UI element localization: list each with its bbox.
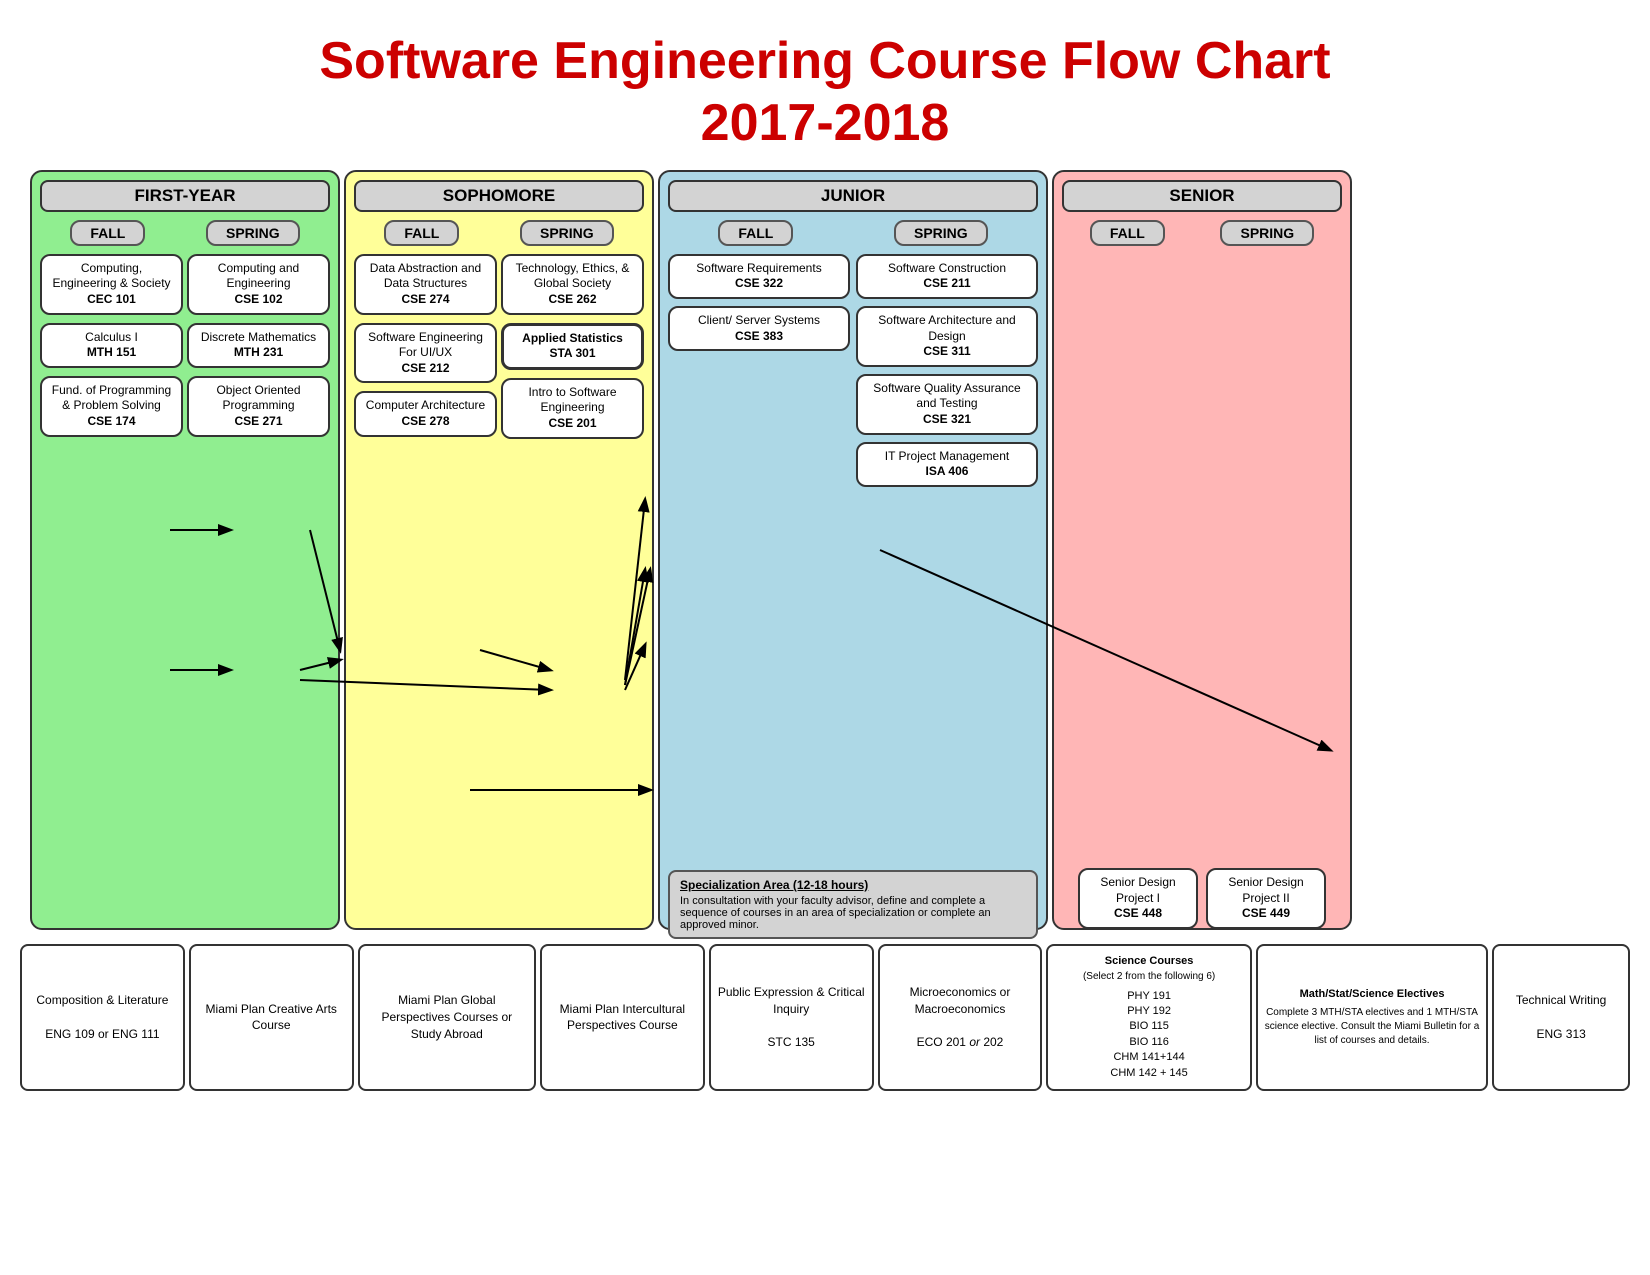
course-cse383: Client/ Server SystemsCSE 383 [668, 306, 850, 351]
first-year-spring-label: SPRING [206, 220, 300, 246]
senior-block: SENIOR FALL SPRING Senior Design Project… [1052, 170, 1352, 930]
bottom-creative-arts: Miami Plan Creative Arts Course [189, 944, 354, 1091]
bottom-public-expr: Public Expression & Critical Inquiry STC… [709, 944, 874, 1091]
course-cse262: Technology, Ethics, & Global SocietyCSE … [501, 254, 644, 315]
bottom-math-electives: Math/Stat/Science Electives Complete 3 M… [1256, 944, 1488, 1091]
bottom-global-title: Miami Plan Global Perspectives Courses o… [366, 992, 528, 1042]
bottom-intercultural: Miami Plan Intercultural Perspectives Co… [540, 944, 705, 1091]
sophomore-block: SOPHOMORE FALL SPRING Data Abstraction a… [344, 170, 654, 930]
course-mth231: Discrete MathematicsMTH 231 [187, 323, 330, 368]
course-cec101: Computing, Engineering & SocietyCEC 101 [40, 254, 183, 315]
sophomore-label: SOPHOMORE [354, 180, 644, 212]
course-cse174: Fund. of Programming & Problem SolvingCS… [40, 376, 183, 437]
course-cse274: Data Abstraction and Data StructuresCSE … [354, 254, 497, 315]
bottom-requirements-row: Composition & Literature ENG 109 or ENG … [10, 936, 1640, 1099]
course-cse321: Software Quality Assurance and TestingCS… [856, 374, 1038, 435]
specialization-area: Specialization Area (12-18 hours) In con… [668, 870, 1038, 939]
bottom-global: Miami Plan Global Perspectives Courses o… [358, 944, 536, 1091]
bottom-sci-title: Science Courses(Select 2 from the follow… [1054, 954, 1243, 985]
junior-block: JUNIOR FALL SPRING Software Requirements… [658, 170, 1048, 930]
bottom-sci-list: PHY 191PHY 192BIO 115BIO 116CHM 141+144C… [1054, 989, 1243, 1081]
bottom-ca-title: Miami Plan Creative Arts Course [197, 1001, 346, 1035]
junior-fall-label: FALL [718, 220, 793, 246]
senior-label: SENIOR [1062, 180, 1342, 212]
spec-text: In consultation with your faculty adviso… [680, 895, 1026, 931]
junior-label: JUNIOR [668, 180, 1038, 212]
bottom-tw-code: ENG 313 [1500, 1026, 1622, 1043]
bottom-composition: Composition & Literature ENG 109 or ENG … [20, 944, 185, 1091]
course-cse201: Intro to Software EngineeringCSE 201 [501, 378, 644, 439]
course-cse102: Computing and EngineeringCSE 102 [187, 254, 330, 315]
first-year-label: FIRST-YEAR [40, 180, 330, 212]
bottom-pe-title: Public Expression & Critical Inquiry [717, 984, 866, 1018]
spec-title: Specialization Area (12-18 hours) [680, 878, 1026, 892]
bottom-math-text: Complete 3 MTH/STA electives and 1 MTH/S… [1264, 1006, 1480, 1048]
bottom-pe-code: STC 135 [717, 1034, 866, 1051]
course-cse322: Software RequirementsCSE 322 [668, 254, 850, 299]
course-cse211: Software ConstructionCSE 211 [856, 254, 1038, 299]
first-year-fall-label: FALL [70, 220, 145, 246]
bottom-tw-title: Technical Writing [1500, 992, 1622, 1009]
course-cse311: Software Architecture and DesignCSE 311 [856, 306, 1038, 367]
soph-spring-label: SPRING [520, 220, 614, 246]
bottom-comp-code: ENG 109 or ENG 111 [28, 1026, 177, 1043]
bottom-math-title: Math/Stat/Science Electives [1264, 987, 1480, 1002]
course-cse212: Software Engineering For UI/UXCSE 212 [354, 323, 497, 384]
course-cse271: Object Oriented ProgrammingCSE 271 [187, 376, 330, 437]
first-year-block: FIRST-YEAR FALL SPRING Computing, Engine… [30, 170, 340, 930]
soph-fall-label: FALL [384, 220, 459, 246]
senior-fall-label: FALL [1090, 220, 1165, 246]
bottom-comp-title: Composition & Literature [28, 992, 177, 1009]
bottom-econ-title: Microeconomics or Macroeconomics [886, 984, 1035, 1018]
senior-spring-label: SPRING [1220, 220, 1314, 246]
bottom-tech-writing: Technical Writing ENG 313 [1492, 944, 1630, 1091]
page-title: Software Engineering Course Flow Chart 2… [10, 10, 1640, 170]
course-cse449: Senior Design Project IICSE 449 [1206, 868, 1326, 929]
bottom-econ-code: ECO 201 or 202 [886, 1034, 1035, 1051]
course-sta301: Applied StatisticsSTA 301 [501, 323, 644, 370]
bottom-science: Science Courses(Select 2 from the follow… [1046, 944, 1251, 1091]
bottom-inter-title: Miami Plan Intercultural Perspectives Co… [548, 1001, 697, 1035]
bottom-econ: Microeconomics or Macroeconomics ECO 201… [878, 944, 1043, 1091]
junior-spring-label: SPRING [894, 220, 988, 246]
course-mth151: Calculus IMTH 151 [40, 323, 183, 368]
course-cse278: Computer ArchitectureCSE 278 [354, 391, 497, 436]
course-isa406: IT Project ManagementISA 406 [856, 442, 1038, 487]
course-cse448: Senior Design Project ICSE 448 [1078, 868, 1198, 929]
